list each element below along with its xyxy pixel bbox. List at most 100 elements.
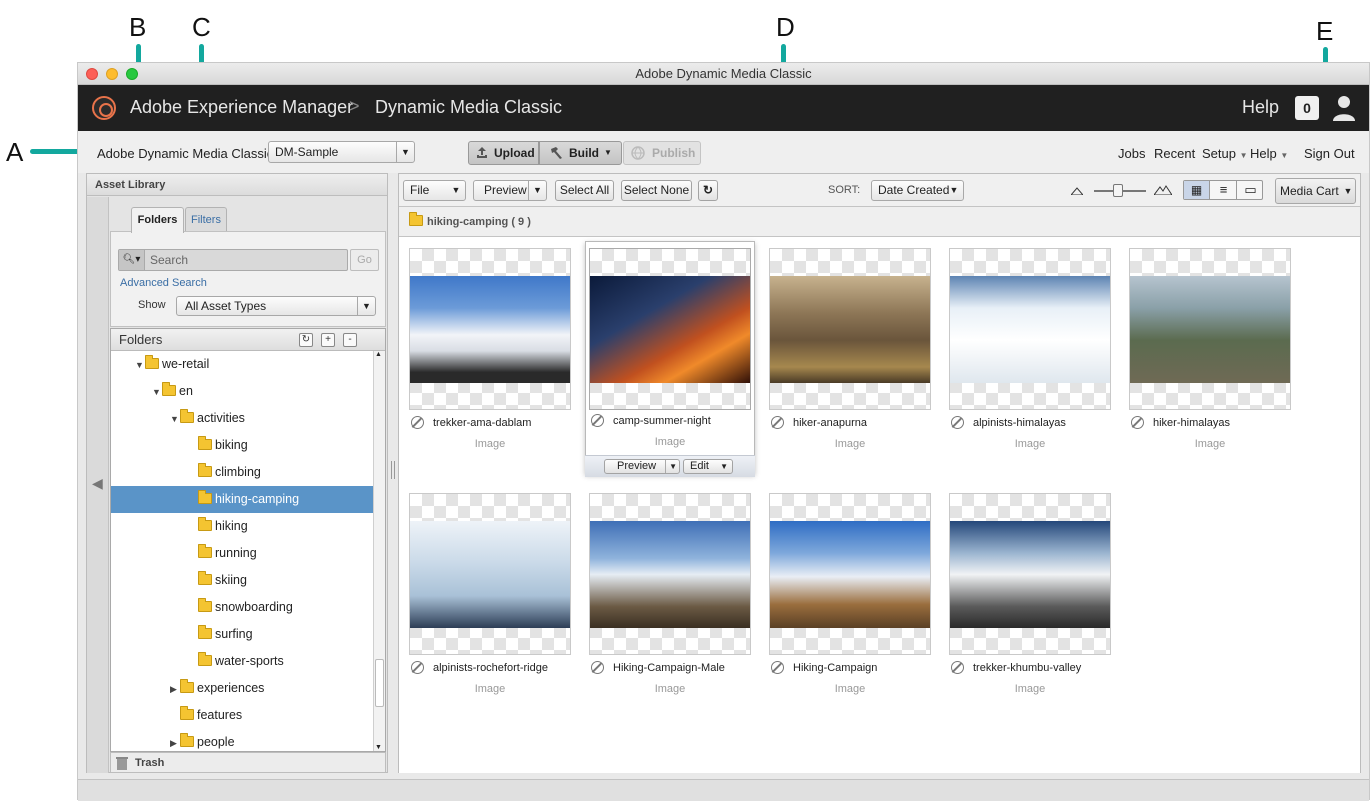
folder-tree-item[interactable]: surfing bbox=[111, 621, 373, 648]
refresh-icon[interactable]: ↻ bbox=[698, 180, 718, 201]
asset-thumbnail[interactable] bbox=[589, 493, 751, 655]
search-icon[interactable]: 🔍︎▾ bbox=[119, 250, 145, 270]
expanded-arrow-icon[interactable]: ▼ bbox=[135, 352, 145, 379]
trash-item[interactable]: Trash bbox=[110, 752, 386, 773]
asset-thumbnail[interactable] bbox=[949, 248, 1111, 410]
setup-menu[interactable]: Setup ▼ bbox=[1202, 146, 1248, 161]
advanced-search-link[interactable]: Advanced Search bbox=[120, 277, 207, 289]
callout-e: E bbox=[1316, 16, 1334, 46]
folder-tree-item[interactable]: ▼ we-retail bbox=[111, 351, 373, 378]
minimize-window-button[interactable] bbox=[106, 68, 118, 80]
folder-tree-label: en bbox=[179, 384, 193, 398]
refresh-icon[interactable]: ↻ bbox=[299, 333, 313, 347]
go-button[interactable]: Go bbox=[350, 249, 379, 271]
jobs-link[interactable]: Jobs bbox=[1118, 146, 1145, 161]
close-window-button[interactable] bbox=[86, 68, 98, 80]
breadcrumb-dmc: Dynamic Media Classic bbox=[375, 97, 563, 117]
asset-photo bbox=[590, 276, 750, 383]
sort-value: Date Created bbox=[878, 183, 950, 197]
company-select[interactable]: DM-Sample ▼ bbox=[268, 141, 415, 163]
thumbnail-size-slider[interactable] bbox=[1094, 184, 1146, 197]
scroll-up-icon[interactable]: ▲ bbox=[375, 351, 382, 358]
collapsed-arrow-icon[interactable]: ▶ bbox=[170, 730, 180, 751]
asset-thumbnail[interactable] bbox=[769, 248, 931, 410]
panel-collapse-strip[interactable]: ◀ bbox=[87, 197, 109, 773]
folder-tree-item[interactable]: hiking-camping bbox=[111, 486, 373, 513]
detail-view-icon[interactable]: ▭ bbox=[1238, 181, 1263, 199]
collapsed-arrow-icon[interactable]: ▶ bbox=[170, 676, 180, 703]
tab-filters[interactable]: Filters bbox=[185, 207, 227, 232]
sort-select[interactable]: Date Created ▼ bbox=[871, 180, 964, 201]
collapse-left-icon[interactable]: ◀ bbox=[92, 475, 103, 492]
asset-type: Image bbox=[1014, 438, 1046, 450]
tree-scrollbar[interactable]: ▲ ▼ bbox=[373, 351, 385, 751]
breadcrumb-separator-icon: > bbox=[349, 96, 360, 116]
chevron-down-icon: ▼ bbox=[451, 185, 461, 195]
notification-badge[interactable]: 0 bbox=[1295, 96, 1319, 120]
asset-thumbnail[interactable] bbox=[949, 493, 1111, 655]
card-preview-button[interactable]: Preview ▼ bbox=[604, 459, 680, 474]
app-label: Adobe Dynamic Media Classic bbox=[97, 146, 274, 161]
asset-type: Image bbox=[834, 438, 866, 450]
slider-handle[interactable] bbox=[1113, 184, 1123, 197]
asset-thumbnail[interactable] bbox=[1129, 248, 1291, 410]
scroll-down-icon[interactable]: ▼ bbox=[375, 744, 382, 751]
card-edit-button[interactable]: Edit ▼ bbox=[683, 459, 733, 474]
recent-link[interactable]: Recent bbox=[1154, 146, 1195, 161]
user-icon[interactable] bbox=[1331, 94, 1357, 122]
panel-resize-handle[interactable] bbox=[391, 461, 395, 479]
folder-open-icon bbox=[409, 212, 423, 226]
asset-type: Image bbox=[474, 438, 506, 450]
folder-tree-label: surfing bbox=[215, 627, 253, 641]
signout-link[interactable]: Sign Out bbox=[1304, 146, 1355, 161]
preview-menu[interactable]: Preview ▼ bbox=[473, 180, 547, 201]
header-help-link[interactable]: Help bbox=[1242, 97, 1279, 118]
expanded-arrow-icon[interactable]: ▼ bbox=[170, 406, 180, 433]
folder-tree-item[interactable]: running bbox=[111, 540, 373, 567]
folder-tree-item[interactable]: water-sports bbox=[111, 648, 373, 675]
folder-tree-item[interactable]: ▼ activities bbox=[111, 405, 373, 432]
expanded-arrow-icon[interactable]: ▼ bbox=[152, 379, 162, 406]
search-input[interactable]: 🔍︎▾ Search bbox=[118, 249, 348, 271]
folder-tree-item[interactable]: features bbox=[111, 702, 373, 729]
asset-type-select[interactable]: All Asset Types ▼ bbox=[176, 296, 376, 316]
folder-tree-item[interactable]: ▼ en bbox=[111, 378, 373, 405]
folder-tree-item[interactable]: skiing bbox=[111, 567, 373, 594]
upload-button[interactable]: Upload bbox=[468, 141, 539, 165]
asset-thumbnail[interactable] bbox=[409, 493, 571, 655]
asset-thumbnail[interactable] bbox=[409, 248, 571, 410]
file-menu[interactable]: File ▼ bbox=[403, 180, 466, 201]
publish-button[interactable]: Publish bbox=[623, 141, 701, 165]
grid-view-icon[interactable]: ▦ bbox=[1184, 181, 1210, 199]
folder-tree-item[interactable]: hiking bbox=[111, 513, 373, 540]
asset-photo bbox=[410, 276, 570, 383]
folder-icon bbox=[198, 625, 212, 639]
media-cart-menu[interactable]: Media Cart ▼ bbox=[1275, 178, 1356, 204]
remove-folder-icon[interactable]: - bbox=[343, 333, 357, 347]
folder-tree-item[interactable]: climbing bbox=[111, 459, 373, 486]
asset-thumbnail[interactable] bbox=[589, 248, 751, 410]
chevron-down-icon[interactable]: ▼ bbox=[665, 460, 677, 473]
folder-tree-item[interactable]: ▶ people bbox=[111, 729, 373, 751]
asset-thumbnail[interactable] bbox=[769, 493, 931, 655]
list-view-icon[interactable]: ≡ bbox=[1211, 181, 1237, 199]
scrollbar-thumb[interactable] bbox=[375, 659, 384, 707]
folder-tree-item[interactable]: biking bbox=[111, 432, 373, 459]
chevron-down-icon: ▼ bbox=[1343, 186, 1353, 196]
select-all-button[interactable]: Select All bbox=[555, 180, 614, 201]
add-folder-icon[interactable]: + bbox=[321, 333, 335, 347]
tab-folders[interactable]: Folders bbox=[131, 207, 184, 233]
folder-icon bbox=[198, 652, 212, 666]
aem-logo-icon[interactable] bbox=[92, 96, 116, 120]
zoom-window-button[interactable] bbox=[126, 68, 138, 80]
folder-tree-item[interactable]: snowboarding bbox=[111, 594, 373, 621]
breadcrumb-aem[interactable]: Adobe Experience Manager bbox=[130, 97, 353, 118]
select-none-button[interactable]: Select None bbox=[621, 180, 692, 201]
folder-tree-item[interactable]: ▶ experiences bbox=[111, 675, 373, 702]
help-menu[interactable]: Help ▼ bbox=[1250, 146, 1288, 161]
asset-caption: alpinists-himalayas bbox=[949, 414, 1111, 432]
chevron-down-icon[interactable]: ▼ bbox=[720, 460, 728, 473]
window-title: Adobe Dynamic Media Classic bbox=[635, 66, 812, 81]
build-button[interactable]: Build ▼ bbox=[539, 141, 622, 165]
callout-a: A bbox=[6, 137, 24, 167]
